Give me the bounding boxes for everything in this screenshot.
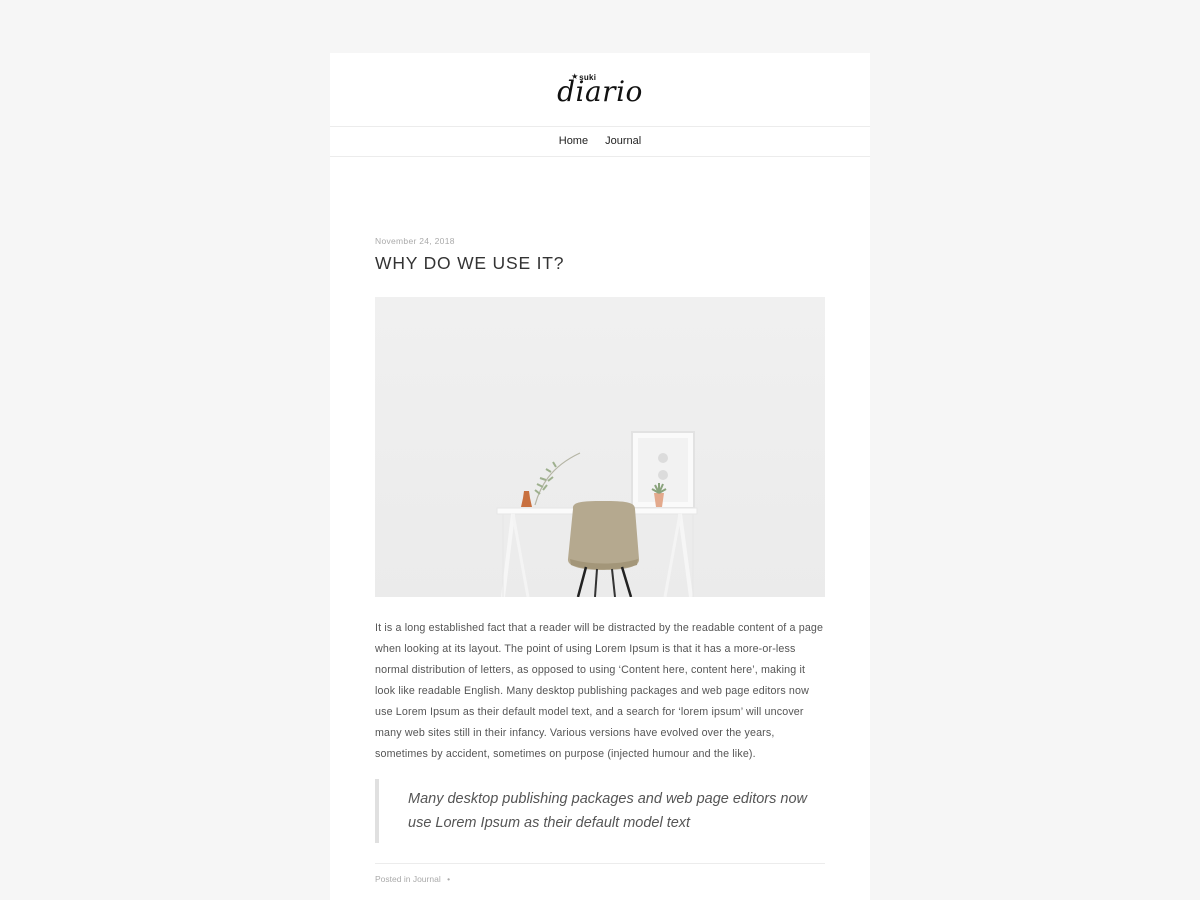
logo-wrap: ★ suki diario — [557, 72, 643, 109]
post-article: November 24, 2018 WHY DO WE USE IT? It i… — [375, 235, 825, 884]
post-featured-image[interactable] — [375, 297, 825, 597]
posted-in-label: Posted in — [375, 874, 411, 884]
post-meta-footer: Posted in Journal • — [375, 863, 825, 884]
site-header: ★ suki diario — [330, 53, 870, 127]
post-title[interactable]: WHY DO WE USE IT? — [375, 251, 825, 275]
logo-star-icon: ★ — [571, 72, 579, 81]
logo-small-text: suki — [579, 73, 597, 82]
post-date: November 24, 2018 — [375, 236, 455, 246]
nav-item-journal[interactable]: Journal — [605, 127, 641, 156]
meta-separator: • — [447, 874, 451, 884]
main-nav: Home Journal — [330, 127, 870, 157]
site-logo[interactable]: ★ suki diario — [330, 72, 870, 109]
post-body: It is a long established fact that a rea… — [375, 622, 824, 760]
category-link[interactable]: Journal — [413, 874, 441, 884]
desk-chair-photo-icon — [375, 297, 825, 597]
nav-item-home[interactable]: Home — [559, 127, 588, 156]
logo-main-text: diario — [557, 75, 643, 108]
blog-page: ★ suki diario Home Journal November 24, … — [330, 53, 870, 900]
post-blockquote: Many desktop publishing packages and web… — [375, 779, 825, 843]
